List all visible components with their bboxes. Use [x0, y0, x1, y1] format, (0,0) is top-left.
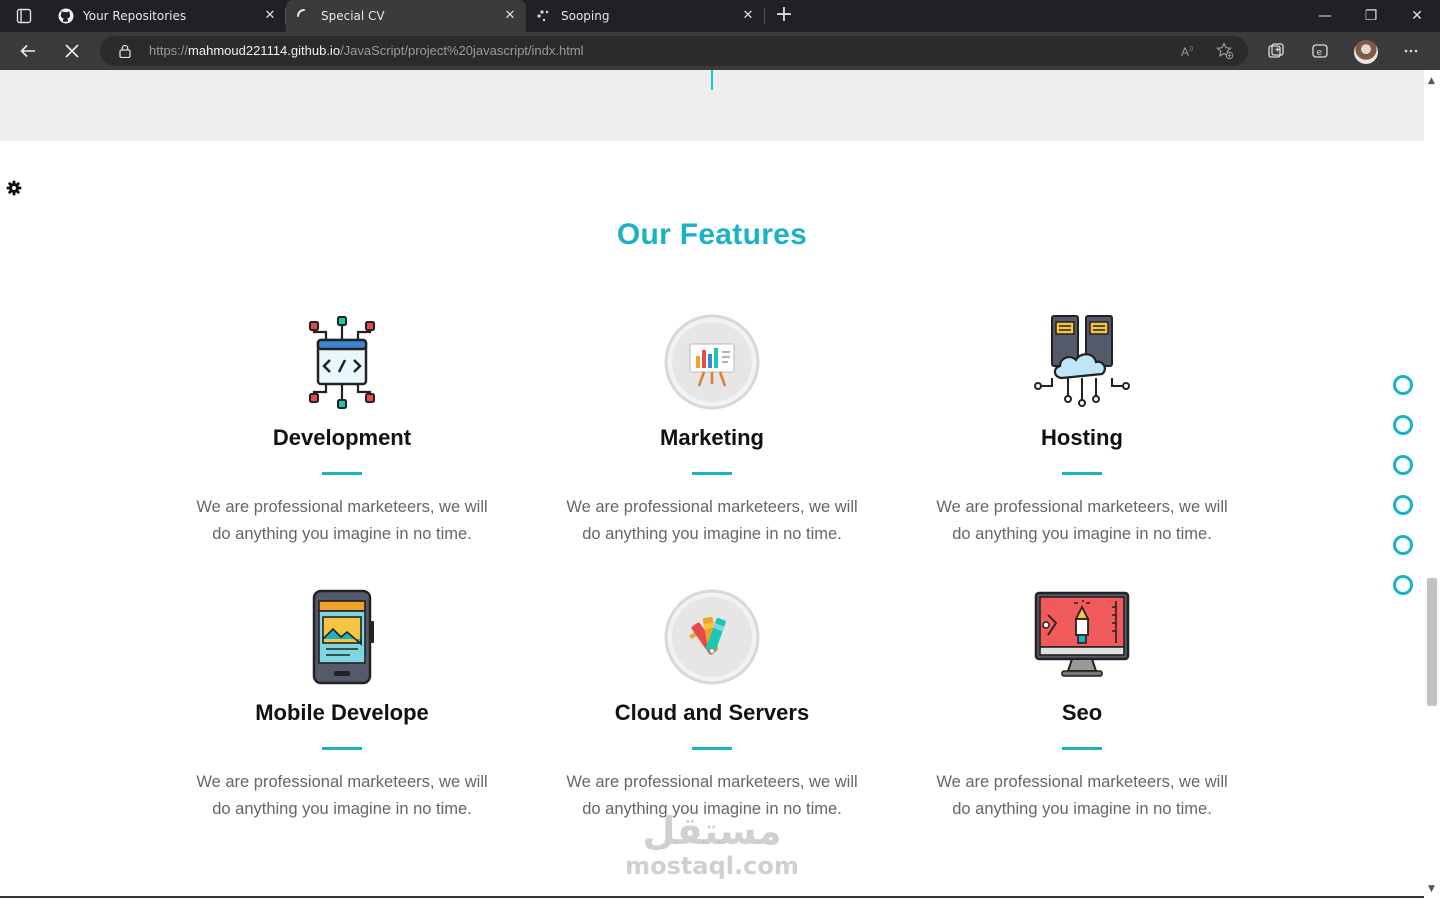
scroll-down-arrow-icon[interactable]: ▼	[1428, 884, 1435, 894]
feature-underline	[692, 472, 732, 475]
feature-underline	[1062, 472, 1102, 475]
feature-description: We are professional marketeers, we will …	[936, 773, 1228, 818]
tab-divider	[764, 8, 765, 24]
feature-title: Marketing	[660, 425, 764, 450]
tab-sooping[interactable]: Sooping ✕	[528, 0, 764, 32]
feature-description: We are professional marketeers, we will …	[196, 498, 488, 543]
nav-bullet[interactable]	[1393, 375, 1413, 395]
minimize-icon[interactable]: —	[1302, 0, 1348, 32]
browser-tab-bar: Your Repositories ✕ Special CV ✕ Sooping…	[0, 0, 1440, 32]
close-tab-icon[interactable]: ✕	[262, 8, 278, 24]
web-page: Our Features Development We are professi…	[0, 70, 1424, 900]
page-bottom-border	[0, 896, 1424, 898]
github-icon	[58, 8, 74, 24]
loading-spinner-icon	[297, 9, 305, 17]
tab-label: Sooping	[561, 9, 610, 23]
url-path: /JavaScript/project%20javascript/indx.ht…	[340, 43, 584, 58]
cloud-server-icon	[1034, 315, 1130, 407]
nav-bullet[interactable]	[1393, 415, 1413, 435]
feature-description: We are professional marketeers, we will …	[566, 498, 858, 543]
new-tab-icon[interactable]: +	[772, 4, 796, 28]
tab-your-repositories[interactable]: Your Repositories ✕	[50, 0, 286, 32]
url-text[interactable]: https://mahmoud221114.github.io/JavaScri…	[149, 43, 584, 58]
nav-bullet[interactable]	[1393, 575, 1413, 595]
stop-loading-icon[interactable]	[56, 35, 88, 67]
lock-icon[interactable]	[118, 44, 132, 58]
feature-title: Seo	[1061, 700, 1103, 725]
url-scheme: https://	[149, 43, 189, 58]
watermark-arabic: مستقل	[642, 809, 782, 853]
nav-bullet[interactable]	[1393, 535, 1413, 555]
watermark-latin: mostaql.com	[625, 852, 799, 880]
feature-underline	[1062, 747, 1102, 750]
split-screen-icon[interactable]	[1264, 39, 1288, 63]
settings-gear-icon[interactable]	[6, 180, 22, 196]
section-title: Our Features	[616, 218, 808, 251]
close-tab-icon[interactable]: ✕	[740, 8, 756, 24]
nav-bullet[interactable]	[1393, 495, 1413, 515]
restore-icon[interactable]: ❐	[1348, 0, 1394, 32]
close-window-icon[interactable]: ✕	[1394, 0, 1440, 32]
read-aloud-icon[interactable]: A))	[1178, 41, 1198, 61]
close-tab-icon[interactable]: ✕	[502, 8, 518, 24]
color-palette-icon	[664, 589, 760, 685]
page-scrollbar[interactable]: ▲ ▼	[1424, 70, 1440, 900]
feature-title: Cloud and Servers	[614, 700, 810, 725]
code-network-icon	[309, 316, 375, 409]
feature-underline	[322, 472, 362, 475]
presentation-chart-icon	[664, 314, 760, 410]
mobile-app-icon	[312, 589, 374, 685]
back-arrow-icon[interactable]	[12, 35, 44, 67]
nav-bullet[interactable]	[1393, 455, 1413, 475]
feature-description: We are professional marketeers, we will …	[936, 498, 1228, 543]
url-host: mahmoud221114.github.io	[188, 43, 341, 58]
browser-toolbar: https://mahmoud221114.github.io/JavaScri…	[0, 32, 1440, 70]
feature-underline	[322, 747, 362, 750]
feature-description: We are professional marketeers, we will …	[196, 773, 488, 818]
more-menu-icon[interactable]	[1399, 39, 1423, 63]
monitor-design-icon	[1034, 591, 1130, 677]
scroll-up-arrow-icon[interactable]: ▲	[1428, 76, 1435, 86]
add-favorite-icon[interactable]	[1215, 41, 1235, 61]
scrollbar-thumb[interactable]	[1427, 578, 1437, 706]
loading-dots-icon	[537, 10, 549, 22]
feature-title: Development	[272, 425, 412, 450]
profile-avatar[interactable]	[1354, 40, 1378, 64]
feature-underline	[692, 747, 732, 750]
tab-actions-icon[interactable]	[8, 4, 40, 28]
section-divider-line	[711, 70, 713, 90]
previous-section-strip	[0, 70, 1424, 141]
svg-text:A: A	[1181, 45, 1189, 59]
feature-title: Mobile Develope	[255, 700, 429, 725]
svg-text:)): ))	[1189, 46, 1193, 52]
address-bar[interactable]: https://mahmoud221114.github.io/JavaScri…	[100, 36, 1248, 66]
svg-text:e: e	[1317, 48, 1323, 58]
tab-special-cv[interactable]: Special CV ✕	[286, 0, 526, 32]
feature-title: Hosting	[1041, 425, 1123, 450]
mostaql-watermark: مستقل mostaql.com	[612, 810, 812, 880]
tab-label: Special CV	[321, 9, 385, 23]
tab-label: Your Repositories	[83, 9, 187, 23]
collections-icon[interactable]: e	[1308, 39, 1332, 63]
